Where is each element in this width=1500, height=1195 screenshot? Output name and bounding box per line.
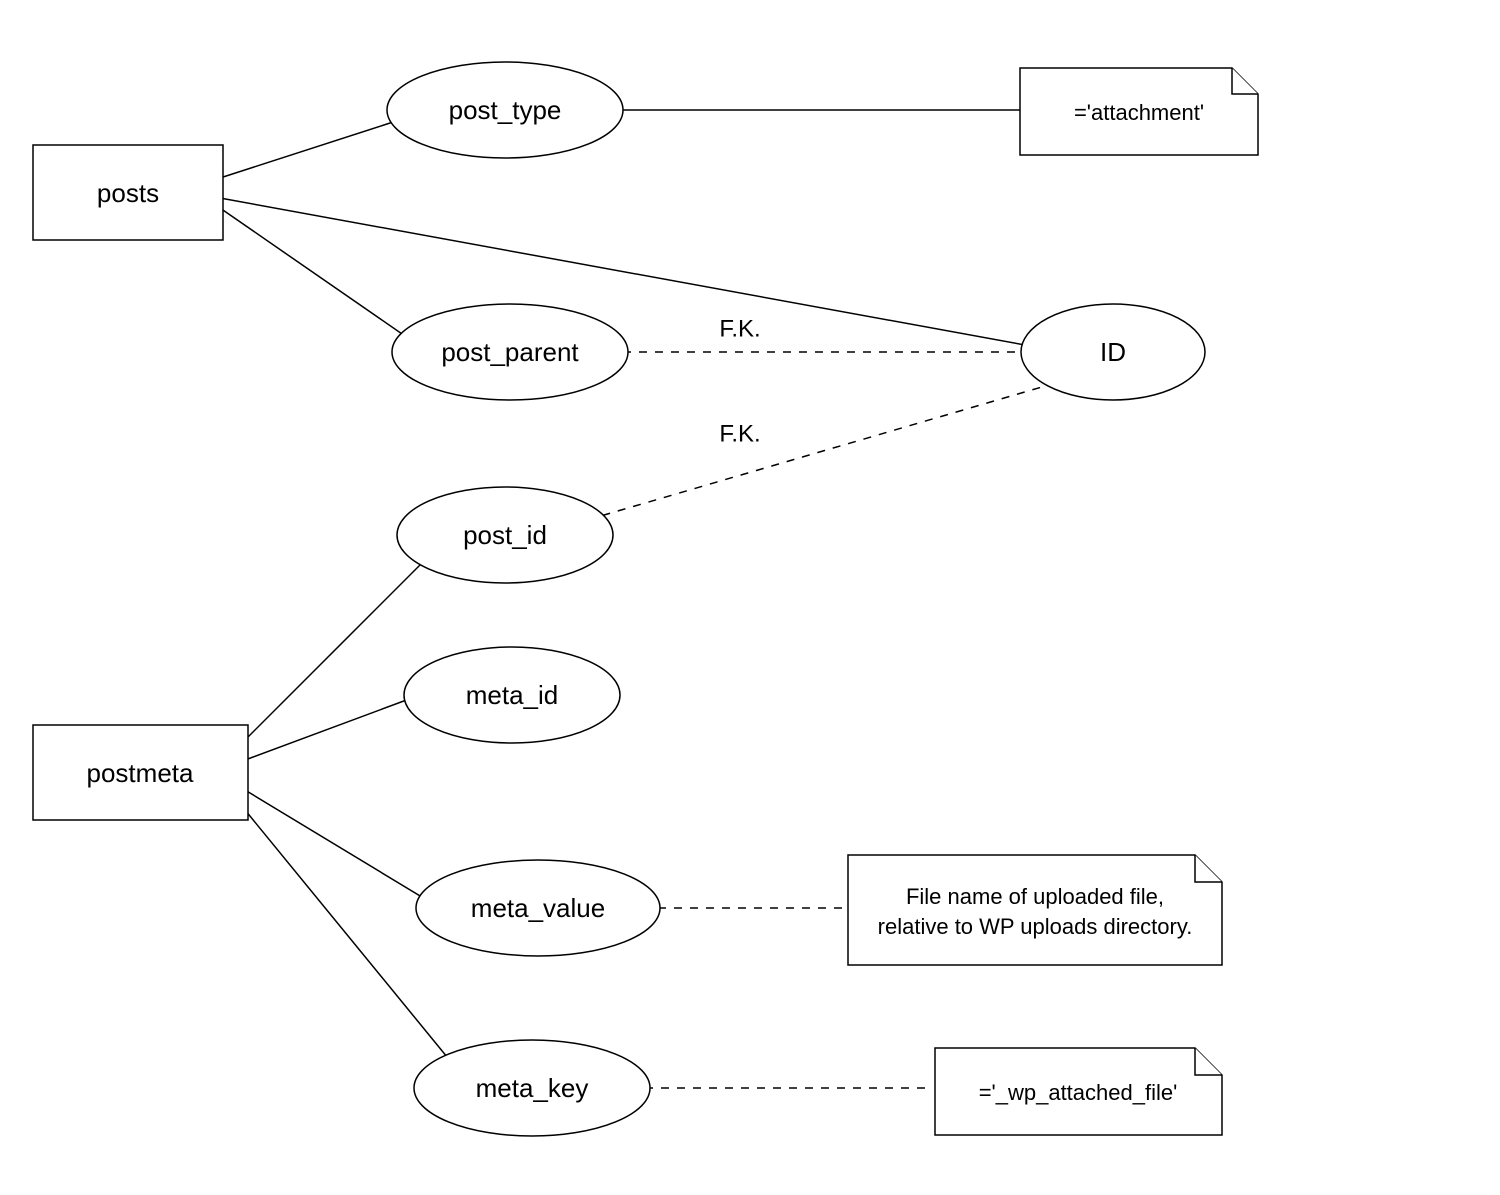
attr-post-id: post_id xyxy=(397,487,613,583)
attr-post-type: post_type xyxy=(387,62,623,158)
fk-label-2: F.K. xyxy=(719,420,760,447)
note-wp-attached-file-label: ='_wp_attached_file' xyxy=(979,1080,1178,1105)
entity-postmeta-label: postmeta xyxy=(87,758,194,788)
attr-post-parent: post_parent xyxy=(392,304,628,400)
edge-postid-id-fk xyxy=(587,370,1100,520)
attr-post-parent-label: post_parent xyxy=(441,337,579,367)
note-meta-value: File name of uploaded file, relative to … xyxy=(848,855,1222,965)
attr-id: ID xyxy=(1021,304,1205,400)
entity-postmeta: postmeta xyxy=(33,725,248,820)
fk-label-1: F.K. xyxy=(719,315,760,342)
edge-postmeta-metavalue xyxy=(245,790,435,905)
edge-postmeta-metaid xyxy=(245,695,420,760)
note-attachment-label: ='attachment' xyxy=(1074,100,1204,125)
attr-id-label: ID xyxy=(1100,337,1126,367)
attr-post-type-label: post_type xyxy=(449,95,562,125)
edge-postmeta-metakey xyxy=(245,810,470,1085)
note-wp-attached-file: ='_wp_attached_file' xyxy=(935,1048,1222,1135)
attr-post-id-label: post_id xyxy=(463,520,547,550)
entity-posts-label: posts xyxy=(97,178,159,208)
attr-meta-value: meta_value xyxy=(416,860,660,956)
edge-posts-posttype xyxy=(220,114,418,178)
edge-posts-id xyxy=(220,198,1025,345)
attr-meta-id-label: meta_id xyxy=(466,680,559,710)
attr-meta-key: meta_key xyxy=(414,1040,650,1136)
entity-posts: posts xyxy=(33,145,223,240)
note-meta-value-line2: relative to WP uploads directory. xyxy=(878,914,1193,939)
attr-meta-value-label: meta_value xyxy=(471,893,605,923)
note-attachment: ='attachment' xyxy=(1020,68,1258,155)
attr-meta-key-label: meta_key xyxy=(476,1073,589,1103)
er-diagram: F.K. F.K. posts postmeta post_type post_… xyxy=(0,0,1500,1195)
note-meta-value-line1: File name of uploaded file, xyxy=(906,884,1164,909)
attr-meta-id: meta_id xyxy=(404,647,620,743)
